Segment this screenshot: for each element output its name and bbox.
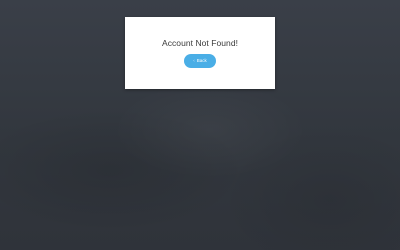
back-button[interactable]: ‹ Back [184, 54, 216, 68]
back-button-label: Back [196, 58, 207, 63]
account-not-found-dialog: Account Not Found! ‹ Back [125, 17, 275, 89]
chevron-left-icon: ‹ [193, 58, 195, 63]
dialog-title: Account Not Found! [161, 38, 239, 48]
